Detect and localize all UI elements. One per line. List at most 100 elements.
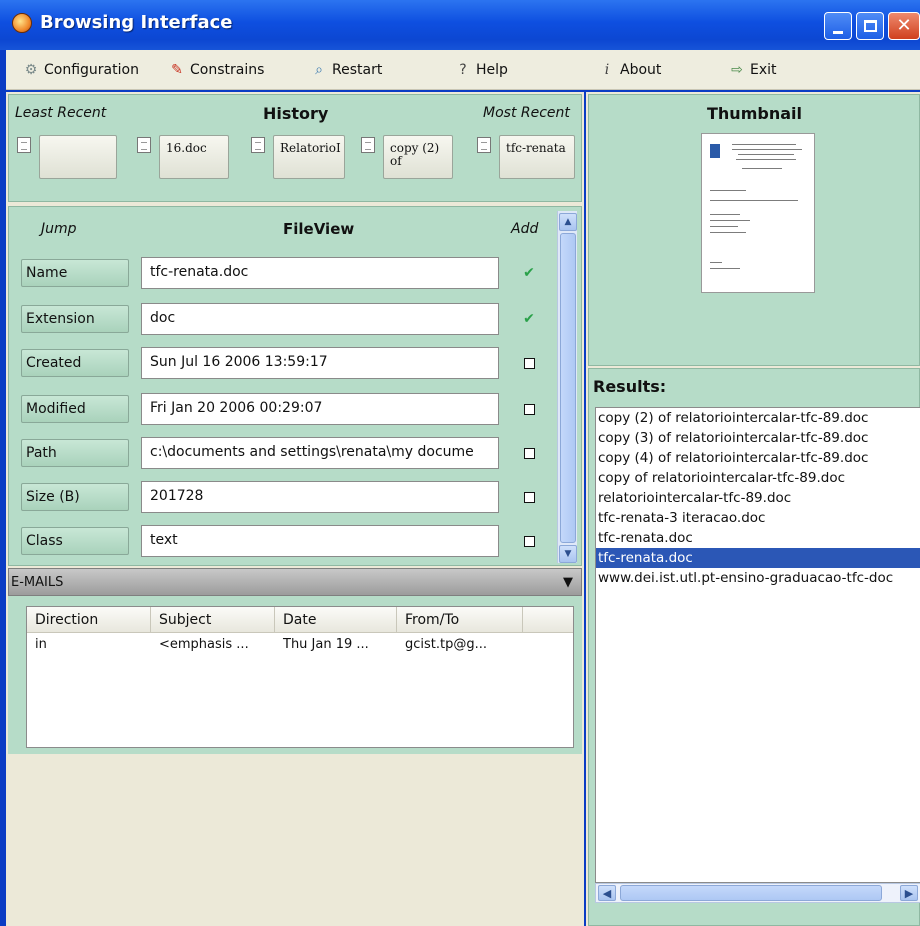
close-button[interactable]: ✕ <box>888 12 920 40</box>
history-item <box>17 135 117 179</box>
field-value-class[interactable]: text <box>141 525 499 557</box>
history-item: 16.doc <box>137 135 229 179</box>
menu-help[interactable]: ? Help <box>454 61 508 79</box>
jump-button-name[interactable]: Name <box>21 259 129 287</box>
add-checkbox-modified[interactable] <box>519 399 539 419</box>
field-row-size: Size (B) 201728 <box>21 481 555 513</box>
list-item[interactable]: www.dei.ist.utl.pt-ensino-graduacao-tfc-… <box>596 568 920 588</box>
add-toggle-name[interactable]: ✔ <box>519 263 539 283</box>
field-row-path: Path c:\documents and settings\renata\my… <box>21 437 555 469</box>
thumbnail-title: Thumbnail <box>707 104 802 123</box>
jump-button-created[interactable]: Created <box>21 349 129 377</box>
column-header-direction[interactable]: Direction <box>27 607 151 633</box>
scroll-down-button[interactable]: ▼ <box>559 545 577 563</box>
column-header-from-to[interactable]: From/To <box>397 607 523 633</box>
email-cell-direction: in <box>35 637 47 652</box>
add-checkbox-class[interactable] <box>519 531 539 551</box>
field-row-name: Name tfc-renata.doc ✔ <box>21 257 555 289</box>
results-horizontal-scrollbar[interactable]: ◀ ▶ <box>595 883 920 903</box>
jump-button-path[interactable]: Path <box>21 439 129 467</box>
fileview-title: FileView <box>283 220 355 238</box>
collapse-triangle-icon[interactable]: ▼ <box>563 575 573 590</box>
document-icon <box>251 137 265 153</box>
field-value-extension[interactable]: doc <box>141 303 499 335</box>
chevron-down-icon: ▼ <box>564 549 572 559</box>
history-least-recent-label: Least Recent <box>15 105 107 121</box>
menu-configuration[interactable]: ⚙ Configuration <box>22 61 139 79</box>
emails-title: E-MAILS <box>11 575 64 590</box>
menu-constrains[interactable]: ✎ Constrains <box>168 61 264 79</box>
checkbox-icon <box>523 357 535 369</box>
results-list[interactable]: copy (2) of relatoriointercalar-tfc-89.d… <box>595 407 920 883</box>
minimize-button[interactable] <box>824 12 852 40</box>
list-item[interactable]: tfc-renata.doc <box>596 528 920 548</box>
list-item[interactable]: relatoriointercalar-tfc-89.doc <box>596 488 920 508</box>
add-checkbox-created[interactable] <box>519 353 539 373</box>
list-item[interactable]: copy (4) of relatoriointercalar-tfc-89.d… <box>596 448 920 468</box>
emails-table-header: Direction Subject Date From/To <box>27 607 573 633</box>
window-title: Browsing Interface <box>40 12 233 33</box>
history-item: tfc-renata <box>477 135 575 179</box>
document-logo-icon <box>710 144 720 158</box>
scroll-right-button[interactable]: ▶ <box>900 885 918 901</box>
history-button[interactable]: RelatorioI <box>273 135 345 179</box>
document-icon <box>361 137 375 153</box>
list-item[interactable]: copy of relatoriointercalar-tfc-89.doc <box>596 468 920 488</box>
jump-button-size[interactable]: Size (B) <box>21 483 129 511</box>
history-button[interactable]: copy (2) of <box>383 135 453 179</box>
emails-panel: Direction Subject Date From/To in <empha… <box>8 596 582 754</box>
field-value-path[interactable]: c:\documents and settings\renata\my docu… <box>141 437 499 469</box>
field-value-created[interactable]: Sun Jul 16 2006 13:59:17 <box>141 347 499 379</box>
list-item[interactable]: copy (3) of relatoriointercalar-tfc-89.d… <box>596 428 920 448</box>
field-value-modified[interactable]: Fri Jan 20 2006 00:29:07 <box>141 393 499 425</box>
fileview-scrollbar[interactable]: ▲ ▼ <box>557 211 577 563</box>
checkmark-icon: ✔ <box>523 265 535 281</box>
info-icon: i <box>604 62 610 78</box>
scroll-up-button[interactable]: ▲ <box>559 213 577 231</box>
add-toggle-extension[interactable]: ✔ <box>519 309 539 329</box>
document-icon <box>477 137 491 153</box>
field-row-extension: Extension doc ✔ <box>21 303 555 335</box>
thumbnail-panel: Thumbnail <box>588 94 920 366</box>
add-checkbox-path[interactable] <box>519 443 539 463</box>
menu-label: About <box>620 62 662 78</box>
menu-exit[interactable]: ⇨ Exit <box>728 61 776 79</box>
add-checkbox-size[interactable] <box>519 487 539 507</box>
checkmark-icon: ✔ <box>523 311 535 327</box>
field-value-name[interactable]: tfc-renata.doc <box>141 257 499 289</box>
email-cell-from-to: gcist.tp@g... <box>405 637 488 652</box>
list-item-selected[interactable]: tfc-renata.doc <box>596 548 920 568</box>
history-item: copy (2) of <box>361 135 453 179</box>
history-button[interactable] <box>39 135 117 179</box>
menu-restart[interactable]: ⌕ Restart <box>310 61 382 79</box>
jump-button-class[interactable]: Class <box>21 527 129 555</box>
field-row-modified: Modified Fri Jan 20 2006 00:29:07 <box>21 393 555 425</box>
document-icon <box>137 137 151 153</box>
field-value-size[interactable]: 201728 <box>141 481 499 513</box>
document-icon <box>17 137 31 153</box>
menu-about[interactable]: i About <box>598 61 662 79</box>
menu-bar: ⚙ Configuration ✎ Constrains ⌕ Restart ?… <box>6 50 920 90</box>
column-header-date[interactable]: Date <box>275 607 397 633</box>
email-cell-subject: <emphasis ... <box>159 637 249 652</box>
jump-button-extension[interactable]: Extension <box>21 305 129 333</box>
document-thumbnail-image <box>701 133 815 293</box>
emails-section-header[interactable]: E-MAILS ▼ <box>8 568 582 596</box>
scroll-left-button[interactable]: ◀ <box>598 885 616 901</box>
scroll-thumb[interactable] <box>620 885 882 901</box>
field-row-created: Created Sun Jul 16 2006 13:59:17 <box>21 347 555 379</box>
history-panel: Least Recent History Most Recent 16.doc … <box>8 94 582 202</box>
history-button[interactable]: 16.doc <box>159 135 229 179</box>
gears-icon: ⚙ <box>24 62 38 78</box>
list-item[interactable]: tfc-renata-3 iteracao.doc <box>596 508 920 528</box>
fileview-panel: Jump FileView Add Name tfc-renata.doc ✔ … <box>8 206 582 566</box>
scroll-thumb[interactable] <box>560 233 576 543</box>
list-item[interactable]: copy (2) of relatoriointercalar-tfc-89.d… <box>596 408 920 428</box>
app-window: Browsing Interface ✕ ⚙ Configuration ✎ C… <box>0 0 920 926</box>
column-header-subject[interactable]: Subject <box>151 607 275 633</box>
history-button[interactable]: tfc-renata <box>499 135 575 179</box>
maximize-button[interactable] <box>856 12 884 40</box>
app-icon <box>12 13 32 33</box>
title-bar[interactable]: Browsing Interface ✕ <box>0 0 920 50</box>
jump-button-modified[interactable]: Modified <box>21 395 129 423</box>
